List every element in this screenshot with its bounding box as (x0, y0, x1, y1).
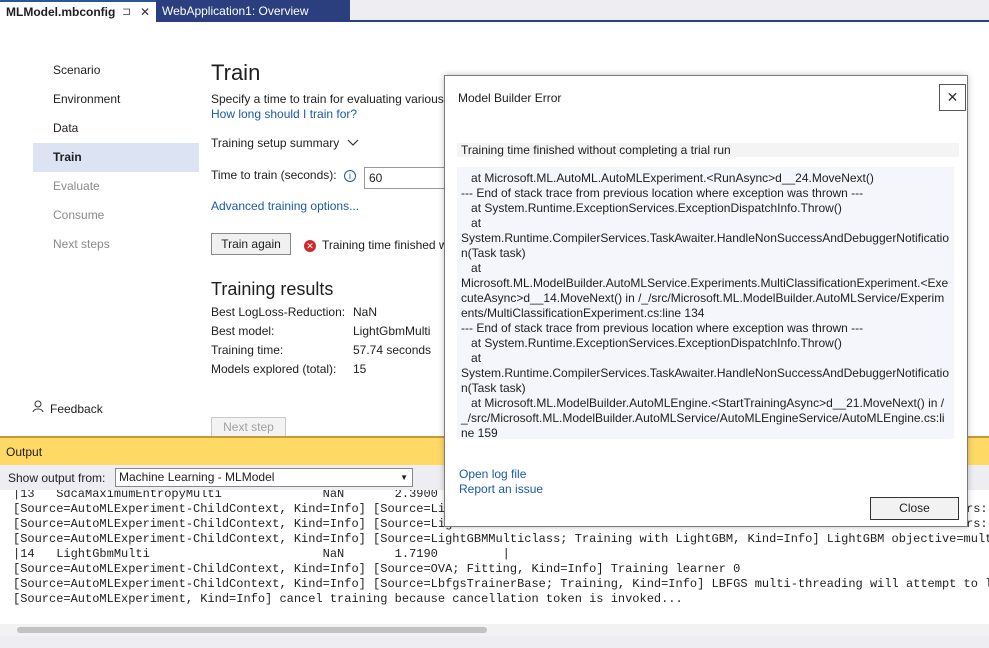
result-label: Training time: (211, 343, 284, 357)
nav-item-train[interactable]: Train (33, 143, 199, 172)
result-value: 57.74 seconds (353, 343, 432, 357)
output-line: [Source=AutoMLExperiment-ChildContext, K… (13, 532, 989, 546)
output-line-fragment: rs: (966, 517, 988, 531)
nav-item-next-steps: Next steps (53, 237, 110, 251)
nav-item-consume: Consume (53, 208, 105, 222)
output-line: [Source=AutoMLExperiment-ChildContext, K… (13, 562, 741, 576)
train-again-button[interactable]: Train again (211, 233, 291, 255)
page-title: Train (211, 60, 261, 85)
output-source-dropdown[interactable]: Machine Learning - MLModel ▼ (115, 468, 413, 487)
output-line: [Source=AutoMLExperiment-ChildContext, K… (13, 517, 460, 531)
dropdown-arrow-icon: ▼ (400, 473, 408, 482)
time-to-train-label: Time to train (seconds): i (211, 168, 356, 182)
result-value: LightGbmMulti (353, 324, 431, 338)
error-message: Training time finished without completin… (457, 143, 959, 157)
training-results-title: Training results (211, 279, 334, 299)
horizontal-scrollbar[interactable] (0, 624, 989, 636)
advanced-training-options-link[interactable]: Advanced training options... (211, 199, 359, 213)
feedback-link[interactable]: Feedback (32, 400, 103, 416)
dialog-title: Model Builder Error (458, 91, 562, 105)
result-row: Training time: 57.74 seconds (211, 343, 431, 357)
result-value: NaN (353, 305, 378, 319)
info-icon[interactable]: i (343, 169, 356, 182)
document-tab-bar: MLModel.mbconfig ⊐ ✕ WebApplication1: Ov… (0, 0, 989, 22)
nav-item-scenario[interactable]: Scenario (33, 56, 199, 85)
output-line-fragment: rs: (966, 502, 988, 516)
output-line: |13 SdcaMaximumEntropyMulti NaN 2.3900 (13, 490, 438, 501)
bottom-strip (0, 636, 989, 648)
close-button[interactable]: Close (870, 497, 959, 520)
model-builder-error-dialog: Model Builder Error ✕ Training time fini… (444, 75, 968, 527)
tab-label: WebApplication1: Overview (162, 4, 309, 18)
nav-item-evaluate: Evaluate (53, 179, 100, 193)
next-step-button: Next step (211, 417, 286, 437)
result-label: Models explored (total): (211, 362, 337, 376)
chevron-down-icon (347, 138, 359, 150)
time-to-train-input[interactable]: 60 (364, 167, 454, 189)
report-issue-link[interactable]: Report an issue (459, 482, 543, 496)
result-label: Best LogLoss-Reduction: (211, 305, 346, 319)
result-row: Models explored (total): 15 (211, 362, 366, 376)
result-row: Best LogLoss-Reduction: NaN (211, 305, 377, 319)
output-line: [Source=AutoMLExperiment-ChildContext, K… (13, 577, 989, 591)
result-row: Best model: LightGbmMulti (211, 324, 430, 338)
result-label: Best model: (211, 324, 275, 338)
pin-icon[interactable]: ⊐ (122, 2, 131, 22)
output-line: |14 LightGbmMulti NaN 1.7190 | (13, 547, 510, 561)
summary-label: Training setup summary (211, 136, 340, 150)
feedback-label: Feedback (50, 402, 103, 416)
result-value: 15 (353, 362, 367, 376)
dialog-close-icon[interactable]: ✕ (939, 84, 966, 111)
output-line: [Source=AutoMLExperiment, Kind=Info] can… (13, 592, 683, 606)
train-description: Specify a time to train for evaluating v… (211, 92, 444, 106)
nav-item-data[interactable]: Data (33, 114, 199, 143)
close-tab-icon[interactable]: ✕ (140, 2, 150, 22)
show-output-label: Show output from: (8, 471, 106, 485)
step-navigation: Scenario Environment Data Train Evaluate… (33, 56, 199, 259)
output-line: [Source=AutoMLExperiment-ChildContext, K… (13, 502, 460, 516)
open-log-file-link[interactable]: Open log file (459, 467, 526, 481)
time-label-text: Time to train (seconds): (211, 168, 337, 182)
training-setup-summary-toggle[interactable]: Training setup summary (211, 136, 359, 150)
feedback-icon (32, 400, 46, 416)
scrollbar-thumb[interactable] (17, 627, 487, 633)
tab-mlmodel-mbconfig[interactable]: MLModel.mbconfig ⊐ ✕ (0, 0, 156, 22)
output-source-value: Machine Learning - MLModel (119, 470, 275, 484)
error-icon: ✕ (304, 240, 316, 252)
how-long-link[interactable]: How long should I train for? (211, 107, 357, 121)
tab-webapplication-overview[interactable]: WebApplication1: Overview (156, 0, 350, 22)
status-text: Training time finished w (322, 238, 448, 252)
nav-item-environment[interactable]: Environment (33, 85, 199, 114)
stack-trace: at Microsoft.ML.AutoML.AutoMLExperiment.… (457, 167, 954, 439)
tab-label: MLModel.mbconfig (6, 5, 116, 19)
training-status: ✕ Training time finished w (304, 238, 448, 252)
